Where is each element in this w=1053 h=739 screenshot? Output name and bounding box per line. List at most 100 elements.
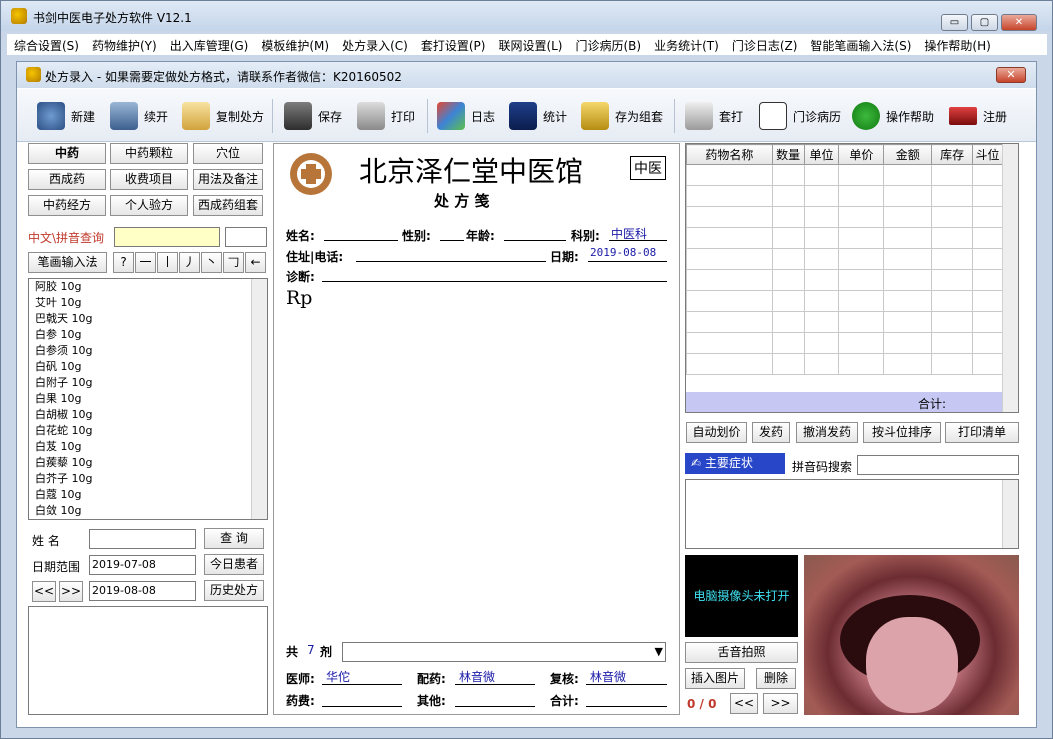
menu-item[interactable]: 药物维护(Y) (85, 34, 163, 54)
doctor-value[interactable]: 华佗 (326, 668, 350, 685)
table-cell[interactable] (883, 311, 933, 333)
table-cell[interactable] (883, 164, 933, 186)
table-cell[interactable] (803, 290, 840, 312)
table-cell[interactable] (931, 269, 974, 291)
table-row[interactable] (686, 311, 1003, 333)
table-cell[interactable] (838, 311, 885, 333)
table-cell[interactable] (771, 248, 805, 270)
table-cell[interactable] (771, 269, 805, 291)
date-to-input[interactable]: 2019-08-08 (89, 581, 196, 601)
table-cell[interactable] (883, 227, 933, 249)
stats-button[interactable]: 统计 (509, 101, 567, 131)
category-tab[interactable]: 中药经方 (28, 195, 106, 216)
list-item[interactable]: 白参 10g (32, 327, 267, 343)
column-header[interactable]: 药物名称 (686, 144, 773, 165)
category-tab[interactable]: 收费项目 (110, 169, 188, 190)
table-row[interactable] (686, 353, 1003, 375)
delete-image-button[interactable]: 删除 (756, 668, 796, 689)
dispense-value[interactable]: 林音微 (459, 668, 495, 685)
save-group-button[interactable]: 存为组套 (581, 101, 663, 131)
stroke-button[interactable]: 丿 (179, 252, 200, 273)
usage-dropdown[interactable]: ▼ (342, 642, 666, 662)
table-cell[interactable] (838, 227, 885, 249)
register-button[interactable]: 注册 (949, 101, 1007, 131)
table-cell[interactable] (972, 227, 1003, 249)
copy-button[interactable]: 复制处方 (182, 101, 264, 131)
table-cell[interactable] (972, 290, 1003, 312)
table-cell[interactable] (931, 353, 974, 375)
table-cell[interactable] (883, 290, 933, 312)
history-list[interactable] (28, 606, 268, 715)
table-cell[interactable] (686, 185, 773, 207)
next-page-button[interactable]: >> (59, 581, 83, 602)
list-item[interactable]: 白附子 10g (32, 375, 267, 391)
date-from-input[interactable]: 2019-07-08 (89, 555, 196, 575)
list-item[interactable]: 艾叶 10g (32, 295, 267, 311)
prev-page-button[interactable]: << (32, 581, 56, 602)
menu-item[interactable]: 联网设置(L) (491, 34, 568, 54)
dose-count[interactable]: 7 (307, 643, 315, 657)
menu-item[interactable]: 出入库管理(G) (163, 34, 255, 54)
sub-close-button[interactable]: ✕ (996, 67, 1026, 83)
category-tab[interactable]: 中药颗粒 (110, 143, 188, 164)
age-line[interactable] (504, 240, 566, 241)
table-cell[interactable] (686, 227, 773, 249)
table-cell[interactable] (972, 332, 1003, 354)
symptom-tab[interactable]: ✍ 主要症状 (685, 453, 785, 474)
table-cell[interactable] (771, 206, 805, 228)
list-item[interactable]: 白敛 10g (32, 503, 267, 519)
search-input[interactable] (114, 227, 220, 247)
table-row[interactable] (686, 269, 1003, 291)
table-cell[interactable] (686, 206, 773, 228)
save-button[interactable]: 保存 (284, 101, 342, 131)
medicine-table[interactable]: 药物名称 数量 单位 单价 金额 库存 斗位 合计: (685, 143, 1019, 413)
next-image-button[interactable]: >> (763, 693, 798, 714)
table-cell[interactable] (838, 206, 885, 228)
table-cell[interactable] (931, 164, 974, 186)
table-cell[interactable] (838, 269, 885, 291)
table-cell[interactable] (771, 185, 805, 207)
table-cell[interactable] (931, 185, 974, 207)
table-cell[interactable] (838, 248, 885, 270)
list-item[interactable]: 白参须 10g (32, 343, 267, 359)
history-button[interactable]: 历史处方 (204, 580, 264, 601)
table-cell[interactable] (771, 353, 805, 375)
category-tab[interactable]: 中药 (28, 143, 106, 164)
table-row[interactable] (686, 227, 1003, 249)
table-cell[interactable] (686, 248, 773, 270)
stroke-input-button[interactable]: 笔画输入法 (28, 252, 107, 273)
action-button[interactable]: 撤消发药 (796, 422, 858, 443)
list-item[interactable]: 白蒺藜 10g (32, 455, 267, 471)
table-row[interactable] (686, 164, 1003, 186)
list-item[interactable]: 白果 10g (32, 391, 267, 407)
new-button[interactable]: 新建 (37, 101, 95, 131)
table-cell[interactable] (838, 185, 885, 207)
table-cell[interactable] (972, 269, 1003, 291)
table-cell[interactable] (931, 227, 974, 249)
table-cell[interactable] (803, 248, 840, 270)
table-cell[interactable] (803, 164, 840, 186)
column-header[interactable]: 单位 (803, 144, 840, 165)
menu-item[interactable]: 门诊病历(B) (569, 34, 648, 54)
list-item[interactable]: 白花蛇 10g (32, 423, 267, 439)
table-cell[interactable] (803, 353, 840, 375)
menu-item[interactable]: 智能笔画输入法(S) (803, 34, 917, 54)
action-button[interactable]: 自动划价 (686, 422, 747, 443)
table-cell[interactable] (883, 206, 933, 228)
review-value[interactable]: 林音微 (590, 668, 626, 685)
table-cell[interactable] (838, 332, 885, 354)
maximize-button[interactable]: ▢ (971, 14, 998, 31)
list-item[interactable]: 巴戟天 10g (32, 311, 267, 327)
minimize-button[interactable]: ▭ (941, 14, 968, 31)
category-tab[interactable]: 个人验方 (110, 195, 188, 216)
table-cell[interactable] (771, 227, 805, 249)
action-button[interactable]: 打印清单 (945, 422, 1019, 443)
fee-line[interactable] (322, 706, 402, 707)
table-cell[interactable] (686, 164, 773, 186)
table-cell[interactable] (803, 311, 840, 333)
category-tab[interactable]: 穴位 (193, 143, 263, 164)
table-cell[interactable] (883, 248, 933, 270)
patient-name-input[interactable] (89, 529, 196, 549)
menu-item[interactable]: 处方录入(C) (335, 34, 414, 54)
log-button[interactable]: 日志 (437, 101, 495, 131)
